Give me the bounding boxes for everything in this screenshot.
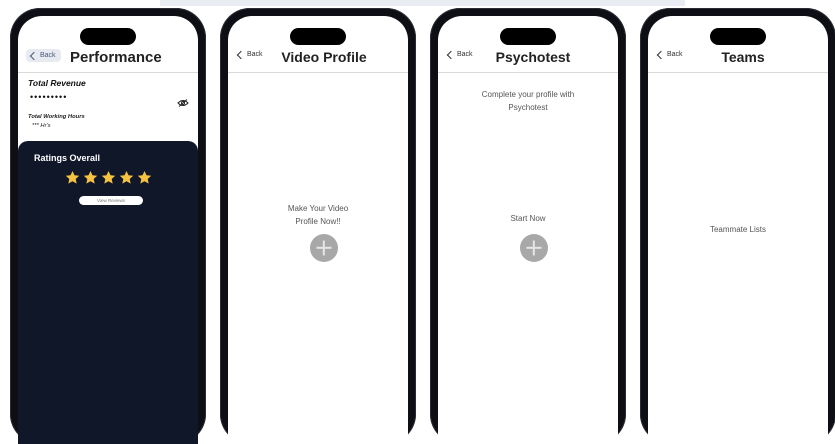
chevron-left-icon: [29, 51, 39, 60]
total-working-hours-value: *** Hr's: [32, 123, 51, 129]
phone-video-profile: Back Video Profile Make Your Video Profi…: [220, 8, 416, 444]
header-divider: [18, 72, 198, 73]
dynamic-island: [710, 28, 766, 45]
page-title: Psychotest: [495, 49, 571, 65]
back-button[interactable]: Back: [26, 49, 61, 62]
star-icon: [119, 170, 133, 184]
start-test-button[interactable]: [520, 234, 548, 262]
view-reviews-button[interactable]: View Reviews: [79, 196, 143, 205]
phone-performance: Back Performance Total Revenue •••••••••…: [10, 8, 206, 444]
page-title: Teams: [721, 49, 765, 65]
video-prompt-line2: Profile Now!!: [295, 217, 341, 226]
header-divider: [648, 72, 828, 73]
phone-teams: Back Teams Teammate Lists: [640, 8, 835, 444]
header-divider: [228, 72, 408, 73]
eye-off-icon[interactable]: [177, 99, 189, 107]
page-title: Performance: [70, 49, 162, 66]
ratings-panel: Ratings Overall View Reviews: [18, 141, 198, 444]
performance-screen: Back Performance Total Revenue •••••••••…: [18, 16, 198, 444]
start-now-label: Start Now: [510, 214, 546, 223]
teammate-lists-label: Teammate Lists: [709, 225, 767, 234]
total-working-hours-label: Total Working Hours: [28, 114, 85, 120]
video-prompt-line1: Make Your Video: [287, 204, 349, 213]
total-revenue-value: •••••••••: [30, 92, 68, 102]
ratings-title: Ratings Overall: [34, 153, 101, 163]
psychotest-screen: Back Psychotest Complete your profile wi…: [438, 16, 618, 444]
top-background-strip: [160, 0, 685, 6]
dynamic-island: [80, 28, 136, 45]
star-icon: [101, 170, 115, 184]
phone-psychotest: Back Psychotest Complete your profile wi…: [430, 8, 626, 444]
dynamic-island: [500, 28, 556, 45]
star-icon: [83, 170, 97, 184]
dynamic-island: [290, 28, 346, 45]
video-profile-screen: Back Video Profile Make Your Video Profi…: [228, 16, 408, 444]
header-divider: [438, 72, 618, 73]
star-icon: [137, 170, 151, 184]
page-title: Video Profile: [281, 49, 367, 65]
total-revenue-label: Total Revenue: [28, 78, 86, 88]
psychotest-intro-line2: Psychotest: [508, 103, 548, 112]
add-video-button[interactable]: [310, 234, 338, 262]
psychotest-intro-line1: Complete your profile with: [481, 90, 575, 99]
star-icon: [65, 170, 79, 184]
teams-screen: Back Teams Teammate Lists: [648, 16, 828, 444]
rating-stars: [18, 170, 198, 185]
back-label: Back: [40, 52, 56, 59]
